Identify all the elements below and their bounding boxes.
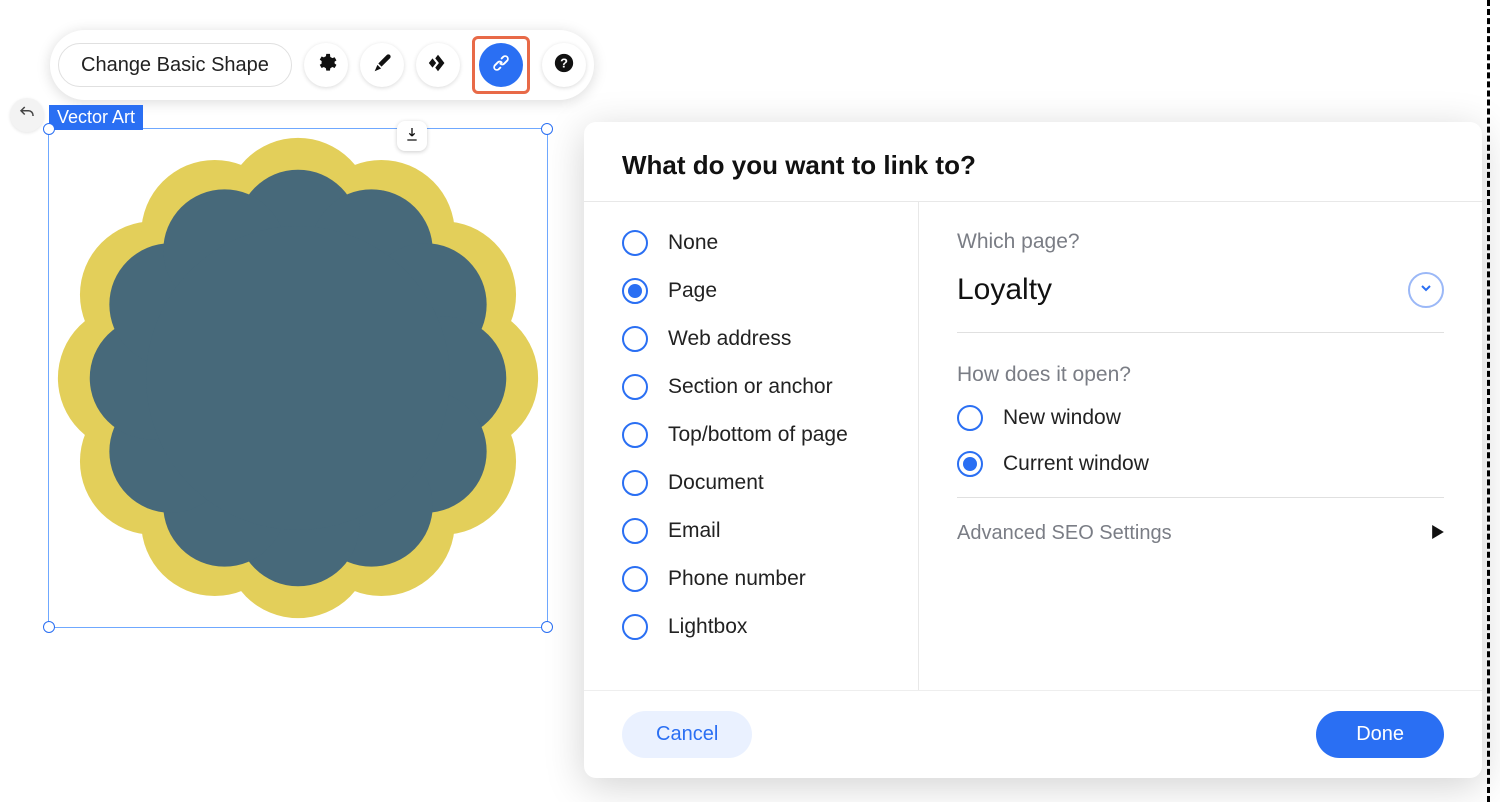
link-type-label: Document [668,471,764,495]
chevron-down-icon [1418,280,1434,301]
link-type-email[interactable]: Email [622,518,898,544]
radio-icon [622,566,648,592]
dialog-close-button[interactable] [1414,151,1444,181]
link-type-page[interactable]: Page [622,278,898,304]
radio-icon [622,374,648,400]
svg-text:?: ? [560,55,568,70]
brush-icon [371,52,393,79]
radio-icon [957,451,983,477]
page-select[interactable]: Loyalty [957,272,1444,333]
design-button[interactable] [360,43,404,87]
caret-right-icon [1432,522,1444,545]
shape-toolbar: Change Basic Shape ? [50,30,594,100]
radio-icon [622,230,648,256]
link-type-label: Web address [668,327,791,351]
link-dialog: What do you want to link to? None Page Web… [584,122,1482,778]
page-select-toggle[interactable] [1408,272,1444,308]
radio-icon [622,614,648,640]
link-type-label: None [668,231,718,255]
selection-box[interactable]: Vector Art [48,128,548,628]
page-select-value: Loyalty [957,273,1052,307]
gear-icon [315,52,337,79]
undo-icon [18,104,36,127]
done-button[interactable]: Done [1316,711,1444,758]
vector-art-shape[interactable] [49,129,547,627]
dialog-help-button[interactable] [1368,151,1398,181]
cancel-button[interactable]: Cancel [622,711,752,758]
link-type-label: Page [668,279,717,303]
settings-button[interactable] [304,43,348,87]
link-type-label: Phone number [668,567,806,591]
help-button[interactable]: ? [542,43,586,87]
link-type-lightbox[interactable]: Lightbox [622,614,898,640]
change-basic-shape-button[interactable]: Change Basic Shape [58,43,292,87]
help-icon: ? [553,52,575,79]
open-mode-label: How does it open? [957,363,1444,387]
advanced-seo-label: Advanced SEO Settings [957,522,1172,545]
open-mode-current-window[interactable]: Current window [957,451,1444,477]
element-type-tag: Vector Art [49,105,143,130]
radio-icon [622,278,648,304]
which-page-label: Which page? [957,230,1444,254]
link-type-none[interactable]: None [622,230,898,256]
radio-icon [622,470,648,496]
link-type-label: Top/bottom of page [668,423,848,447]
link-type-label: Email [668,519,721,543]
radio-icon [622,518,648,544]
link-type-section-or-anchor[interactable]: Section or anchor [622,374,898,400]
link-type-document[interactable]: Document [622,470,898,496]
dialog-title: What do you want to link to? [622,150,1352,181]
undo-button[interactable] [10,98,44,132]
open-mode-new-window[interactable]: New window [957,405,1444,431]
link-type-label: Section or anchor [668,375,833,399]
link-type-web-address[interactable]: Web address [622,326,898,352]
open-mode-label: New window [1003,406,1121,430]
page-edge-guide [1487,0,1490,802]
radio-icon [957,405,983,431]
animation-icon [427,52,449,79]
animation-button[interactable] [416,43,460,87]
link-type-list: None Page Web address Section or anchor Top/… [584,202,919,690]
open-mode-label: Current window [1003,452,1149,476]
link-type-top-bottom-of-page[interactable]: Top/bottom of page [622,422,898,448]
link-icon [490,52,512,79]
link-type-label: Lightbox [668,615,747,639]
link-button[interactable] [472,36,530,94]
link-type-phone-number[interactable]: Phone number [622,566,898,592]
radio-icon [622,422,648,448]
radio-icon [622,326,648,352]
advanced-seo-toggle[interactable]: Advanced SEO Settings [957,522,1444,545]
